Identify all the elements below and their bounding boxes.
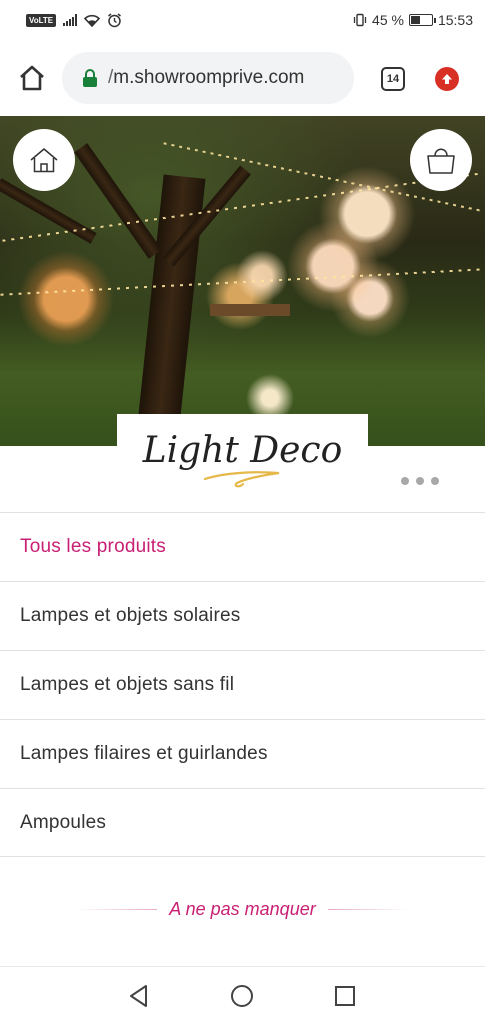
home-circle-icon[interactable] — [229, 983, 255, 1009]
battery-percent: 45 % — [372, 12, 404, 28]
alarm-icon — [108, 12, 122, 27]
garden-table — [210, 304, 290, 316]
wifi-icon — [84, 14, 101, 27]
system-nav-bar — [0, 966, 485, 1024]
back-icon[interactable] — [126, 983, 152, 1009]
menu-item-wired-garlands[interactable]: Lampes filaires et guirlandes — [0, 719, 485, 788]
brand-logo: Light Deco — [117, 414, 368, 504]
lock-icon — [82, 69, 98, 87]
recent-apps-icon[interactable] — [332, 983, 358, 1009]
signal-icon — [63, 14, 78, 26]
divider — [327, 908, 408, 910]
home-icon — [30, 148, 58, 173]
url-text[interactable]: /m.showroomprive.com — [108, 67, 304, 89]
vibrate-icon — [353, 13, 367, 27]
menu-item-cordless[interactable]: Lampes et objets sans fil — [0, 650, 485, 719]
hero-cart-button[interactable] — [410, 129, 472, 191]
tab-switcher-button[interactable]: 14 — [381, 67, 405, 91]
menu-item-solar[interactable]: Lampes et objets solaires — [0, 581, 485, 650]
address-bar[interactable]: /m.showroomprive.com — [62, 52, 354, 104]
volte-icon: VoLTE — [26, 13, 57, 27]
divider — [77, 908, 158, 910]
status-bar: VoLTE 45 % 15:53 — [0, 0, 485, 40]
brand-logo-text: Light Deco — [142, 429, 343, 471]
menu-item-all-products[interactable]: Tous les produits — [0, 512, 485, 581]
logo-swoosh-icon — [203, 470, 279, 487]
status-right: 45 % 15:53 — [353, 12, 473, 28]
section-heading: A ne pas manquer — [0, 894, 485, 924]
status-left-icons: VoLTE — [26, 12, 122, 28]
hero-home-button[interactable] — [13, 129, 75, 191]
menu-item-bulbs[interactable]: Ampoules — [0, 788, 485, 857]
battery-icon — [408, 14, 436, 26]
browser-home-icon[interactable] — [18, 64, 46, 92]
more-dots-icon[interactable] — [401, 477, 439, 485]
section-title: A ne pas manquer — [169, 898, 316, 919]
hero-banner-image — [0, 116, 485, 446]
update-icon[interactable] — [435, 67, 459, 91]
shopping-bag-icon — [427, 148, 455, 174]
browser-toolbar: /m.showroomprive.com 14 — [0, 40, 485, 116]
category-menu: Tous les produits Lampes et objets solai… — [0, 512, 485, 857]
url-host: m.showroomprive.com — [113, 67, 305, 88]
clock: 15:53 — [437, 12, 473, 28]
